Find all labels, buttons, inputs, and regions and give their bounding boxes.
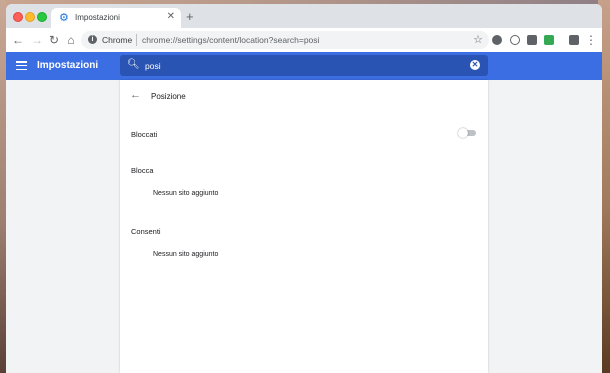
tab-strip: ⚙ Impostazioni ✕ +	[6, 4, 602, 28]
settings-search-field[interactable]: 🔍︎ posi ✕	[120, 55, 488, 76]
blocked-toggle[interactable]	[458, 128, 476, 138]
search-input[interactable]: posi	[145, 61, 161, 71]
close-icon[interactable]: ✕	[167, 12, 175, 22]
tab-settings[interactable]: ⚙ Impostazioni ✕	[51, 8, 181, 28]
new-tab-button[interactable]: +	[186, 10, 194, 23]
home-button[interactable]: ⌂	[64, 33, 78, 47]
omnibox-url[interactable]: chrome://settings/content/location?searc…	[142, 35, 319, 45]
blocked-toggle-label: Bloccati	[131, 130, 158, 139]
menu-icon[interactable]	[16, 61, 27, 71]
forward-button[interactable]: →	[30, 33, 44, 47]
omnibox[interactable]: i Chrome chrome://settings/content/locat…	[81, 31, 489, 49]
window-minimize-button[interactable]	[25, 12, 35, 22]
block-empty-message: Nessun sito aggiunto	[153, 190, 219, 197]
settings-header: Impostazioni 🔍︎ posi ✕	[6, 52, 602, 80]
search-icon: 🔍︎	[127, 59, 140, 70]
toggle-knob	[458, 128, 468, 138]
page-title: Impostazioni	[37, 60, 99, 71]
subpage-title: Posizione	[151, 92, 186, 101]
allow-empty-message: Nessun sito aggiunto	[153, 251, 219, 258]
omnibox-chrome-label: Chrome	[102, 35, 133, 45]
profile-avatar-icon[interactable]	[569, 35, 579, 45]
tab-title: Impostazioni	[75, 13, 120, 22]
pocket-icon[interactable]	[527, 35, 537, 45]
reload-button[interactable]: ↻	[47, 33, 61, 47]
back-button[interactable]: ←	[11, 33, 25, 47]
omnibox-separator	[136, 34, 137, 46]
settings-content: ← Posizione Bloccati Blocca Nessun sito …	[6, 80, 602, 373]
site-info-icon[interactable]: i	[88, 35, 97, 44]
allow-section-label: Consenti	[131, 227, 161, 236]
window-close-button[interactable]	[13, 12, 23, 22]
browser-toolbar: ← → ↻ ⌂ i Chrome chrome://settings/conte…	[6, 28, 602, 53]
extension-shield-icon[interactable]	[492, 35, 502, 45]
clear-search-icon[interactable]: ✕	[470, 60, 480, 70]
extension-circle-icon[interactable]	[510, 35, 520, 45]
location-settings-card: ← Posizione Bloccati Blocca Nessun sito …	[120, 80, 488, 373]
bookmark-star-icon[interactable]: ☆	[473, 33, 483, 46]
gear-icon: ⚙	[59, 12, 69, 24]
more-menu-icon[interactable]: ⋮	[584, 33, 598, 47]
back-arrow-icon[interactable]: ←	[130, 89, 141, 101]
extension-green-icon[interactable]	[544, 35, 554, 45]
window-maximize-button[interactable]	[37, 12, 47, 22]
block-section-label: Blocca	[131, 166, 154, 175]
browser-window: ⚙ Impostazioni ✕ + ← → ↻ ⌂ i Chrome chro…	[6, 4, 602, 373]
